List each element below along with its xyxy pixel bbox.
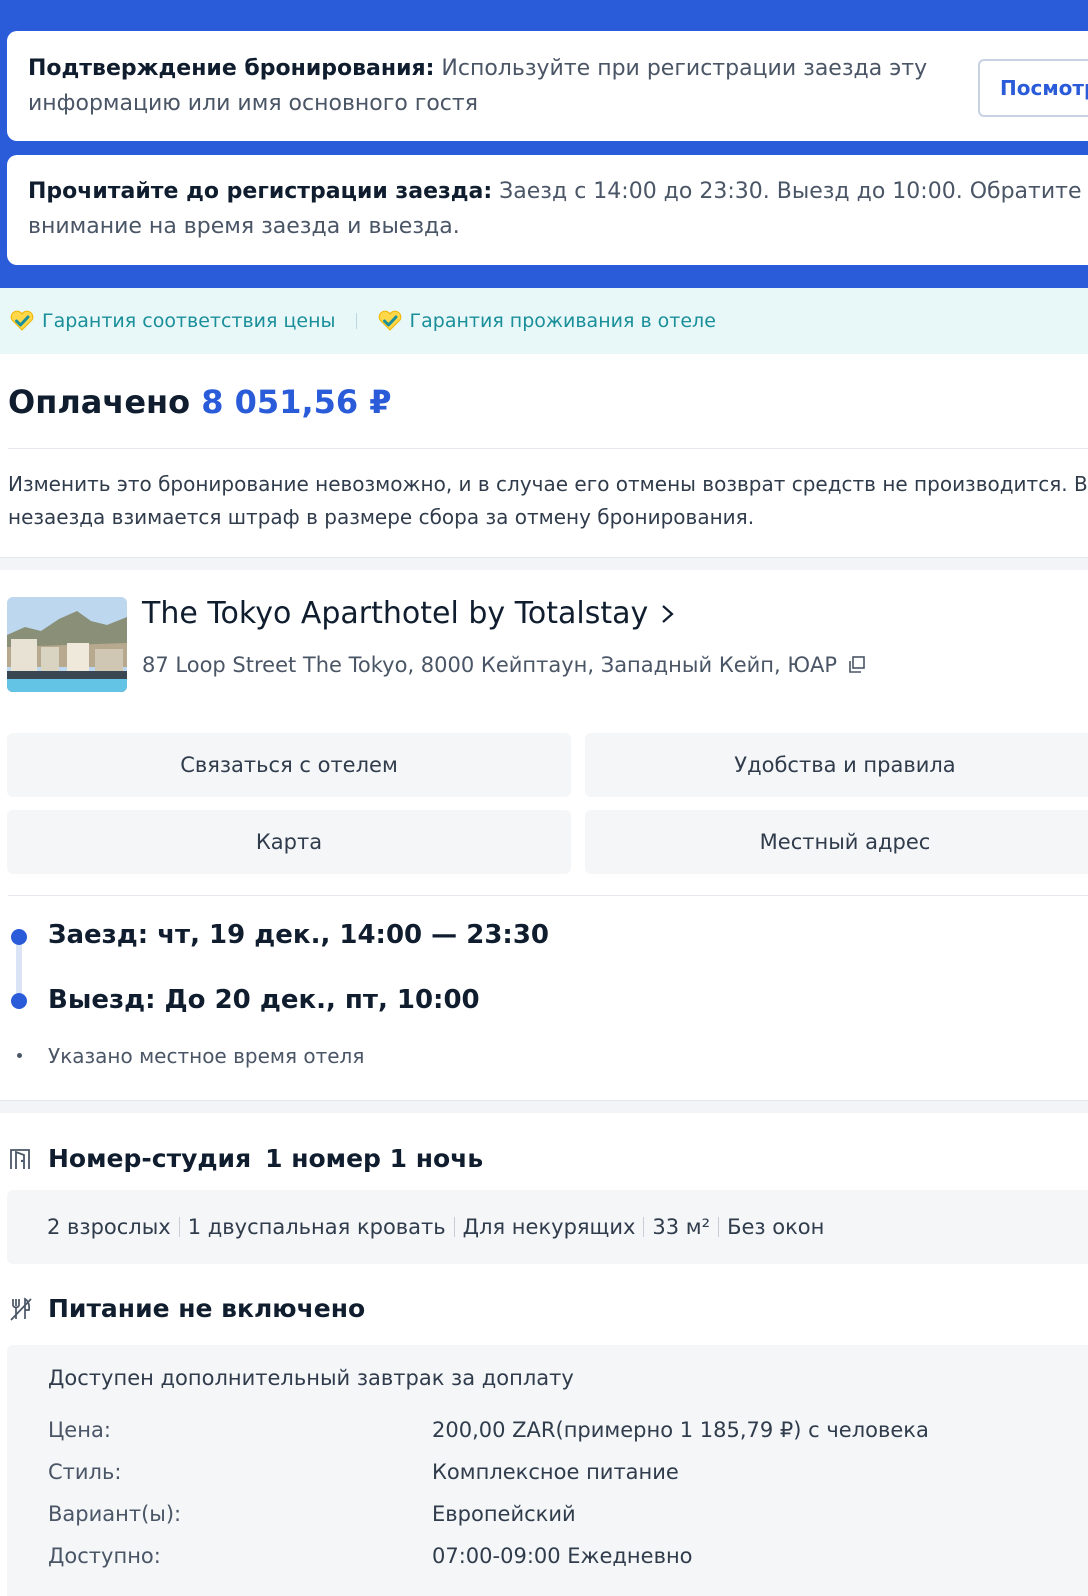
cutlery-off-icon (10, 1296, 32, 1321)
meal-title: Питание не включено (48, 1294, 366, 1323)
timeline-line (16, 945, 22, 993)
guarantee-stay[interactable]: Гарантия проживания в отеле (377, 310, 716, 332)
divider (178, 1217, 180, 1237)
copy-icon[interactable] (847, 655, 867, 675)
policy-line-1: Изменить это бронирование невозможно, и … (8, 472, 1088, 496)
meal-subtitle: Доступен дополнительный завтрак за допла… (48, 1366, 574, 1390)
chevron-right-icon (662, 604, 674, 623)
local-address-button[interactable]: Местный адрес (585, 810, 1088, 874)
contact-hotel-button[interactable]: Связаться с отелем (7, 733, 571, 797)
room-heading: Номер-студия 1 номер 1 ночь (8, 1144, 483, 1173)
amenities-rules-button[interactable]: Удобства и правила (585, 733, 1088, 797)
booking-details-page: Подтверждение бронирования: Используйте … (0, 0, 1088, 1596)
feature-windows: Без окон (727, 1215, 825, 1239)
room-type: Номер-студия (48, 1144, 252, 1173)
meal-style-value: Комплексное питание (432, 1460, 679, 1484)
meal-heading: Питание не включено (8, 1294, 365, 1323)
meal-availability-label: Доступно: (48, 1544, 161, 1568)
guarantee-price-label: Гарантия соответствия цены (42, 310, 336, 332)
local-time-note: Указано местное время отеля (48, 1044, 365, 1068)
hotel-address-text: 87 Loop Street The Tokyo, 8000 Кейптаун,… (142, 653, 838, 677)
feature-bed: 1 двуспальная кровать (187, 1215, 446, 1239)
meal-option-label: Вариант(ы): (48, 1502, 182, 1526)
confirmation-notice: Подтверждение бронирования: Используйте … (28, 51, 928, 121)
hotel-address: 87 Loop Street The Tokyo, 8000 Кейптаун,… (142, 653, 867, 677)
bullet (17, 1053, 22, 1058)
timeline-dot-checkout (11, 993, 27, 1009)
guarantee-price[interactable]: Гарантия соответствия цены (9, 310, 336, 332)
checkin-time: Заезд: чт, 19 дек., 14:00 — 23:30 (48, 920, 549, 950)
meal-price-value: 200,00 ZAR(примерно 1 185,79 ₽) с челове… (432, 1418, 929, 1442)
hotel-name: The Tokyo Aparthotel by Totalstay (142, 596, 649, 631)
feature-area: 33 м² (652, 1215, 711, 1239)
meal-price-label: Цена: (48, 1418, 111, 1442)
paid-amount: Оплачено 8 051,56 ₽ (8, 383, 392, 421)
meal-style-label: Стиль: (48, 1460, 122, 1484)
divider (643, 1217, 645, 1237)
checkout-time: Выезд: До 20 дек., пт, 10:00 (48, 985, 480, 1015)
divider (355, 313, 357, 329)
cancellation-policy: Изменить это бронирование невозможно, и … (8, 468, 1088, 534)
checkin-info-card: Прочитайте до регистрации заезда: Заезд … (7, 155, 1088, 265)
heart-check-icon (378, 310, 401, 331)
hotel-thumbnail[interactable] (7, 597, 127, 692)
paid-label: Оплачено (8, 383, 191, 421)
room-count: 1 номер 1 ночь (265, 1144, 484, 1173)
guarantee-strip: Гарантия соответствия цены Гарантия прож… (0, 288, 1088, 354)
door-icon (10, 1148, 30, 1169)
timeline-dot-checkin (11, 929, 27, 945)
checkin-info-label: Прочитайте до регистрации заезда: (28, 179, 493, 204)
paid-value: 8 051,56 ₽ (201, 383, 392, 421)
feature-guests: 2 взрослых (47, 1215, 171, 1239)
divider (8, 895, 1088, 896)
divider (8, 448, 1088, 449)
guarantee-stay-label: Гарантия проживания в отеле (409, 310, 716, 332)
heart-check-icon (10, 310, 34, 331)
feature-smoking: Для некурящих (462, 1215, 636, 1239)
map-button[interactable]: Карта (7, 810, 571, 874)
hotel-name-link[interactable]: The Tokyo Aparthotel by Totalstay (142, 596, 676, 631)
divider (718, 1217, 720, 1237)
meal-availability-value: 07:00-09:00 Ежедневно (432, 1544, 693, 1568)
policy-line-2: незаезда взимается штраф в размере сбора… (8, 505, 755, 529)
divider (453, 1217, 455, 1237)
meal-option-value: Европейский (432, 1502, 576, 1526)
confirmation-label: Подтверждение бронирования: (28, 56, 435, 81)
section-separator (0, 557, 1088, 570)
room-features: 2 взрослых 1 двуспальная кровать Для нек… (7, 1190, 1088, 1264)
section-separator (0, 1100, 1088, 1113)
confirmation-card: Подтверждение бронирования: Используйте … (7, 31, 1088, 141)
view-confirmation-button[interactable]: Посмотр (978, 59, 1088, 117)
